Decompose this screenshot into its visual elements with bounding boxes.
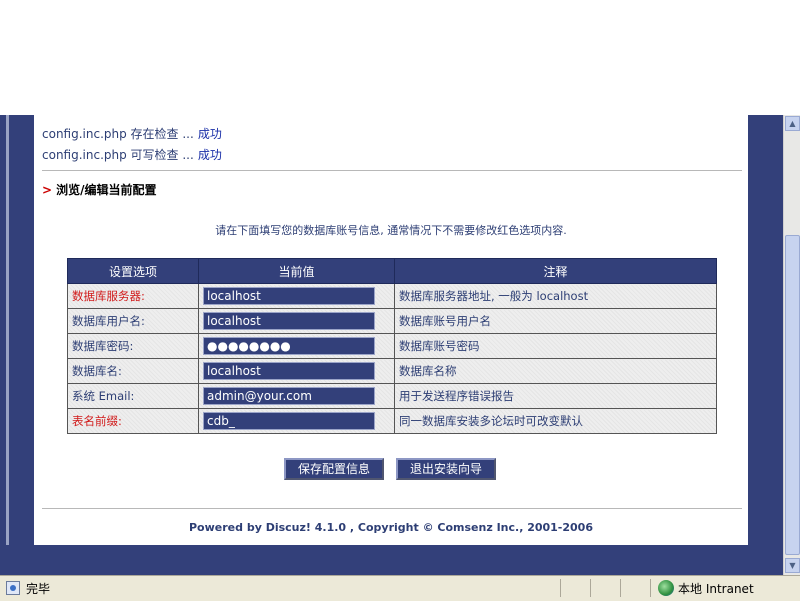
check-line-writable: config.inc.php 可写检查 ... 成功 xyxy=(42,146,222,163)
page-content: config.inc.php 存在检查 ... 成功 config.inc.php… xyxy=(34,115,748,545)
browser-viewport: config.inc.php 存在检查 ... 成功 config.inc.php… xyxy=(0,115,800,575)
db-username-input[interactable] xyxy=(203,312,375,330)
row-note: 用于发送程序错误报告 xyxy=(394,383,717,409)
row-label: 数据库密码: xyxy=(67,333,199,359)
scroll-thumb[interactable] xyxy=(785,235,800,555)
status-text: 完毕 xyxy=(26,582,51,596)
row-value-cell xyxy=(198,333,395,359)
db-name-input[interactable] xyxy=(203,362,375,380)
check-result: 成功 xyxy=(197,127,222,141)
row-note: 数据库账号用户名 xyxy=(394,308,717,334)
status-divider xyxy=(650,579,651,597)
zone-text: 本地 Intranet xyxy=(678,582,754,596)
status-divider xyxy=(620,579,621,597)
header-option: 设置选项 xyxy=(67,258,199,284)
row-value-cell xyxy=(198,283,395,309)
check-line-exists: config.inc.php 存在检查 ... 成功 xyxy=(42,125,222,142)
table-row: 系统 Email: 用于发送程序错误报告 xyxy=(67,383,717,409)
section-title-edit-config: > 浏览/编辑当前配置 xyxy=(42,183,157,197)
table-header-row: 设置选项 当前值 注释 xyxy=(67,258,717,284)
scroll-up-arrow-icon[interactable]: ▲ xyxy=(785,116,800,131)
row-note: 数据库服务器地址, 一般为 localhost xyxy=(394,283,717,309)
row-value-cell xyxy=(198,383,395,409)
left-frame xyxy=(0,115,34,545)
config-table: 设置选项 当前值 注释 数据库服务器: 数据库服务器地址, 一般为 localh… xyxy=(67,258,717,434)
row-note: 数据库账号密码 xyxy=(394,333,717,359)
table-row: 数据库服务器: 数据库服务器地址, 一般为 localhost xyxy=(67,283,717,309)
check-text: config.inc.php 存在检查 ... xyxy=(42,127,194,141)
table-row: 数据库密码: 数据库账号密码 xyxy=(67,333,717,359)
save-config-button[interactable]: 保存配置信息 xyxy=(284,458,385,480)
divider xyxy=(42,170,742,171)
status-divider xyxy=(560,579,561,597)
scroll-down-arrow-icon[interactable]: ▼ xyxy=(785,558,800,573)
row-value-cell xyxy=(198,308,395,334)
intro-text: 请在下面填写您的数据库账号信息, 通常情况下不需要修改红色选项内容. xyxy=(215,224,567,237)
db-server-input[interactable] xyxy=(203,287,375,305)
row-label: 数据库服务器: xyxy=(67,283,199,309)
right-frame xyxy=(748,115,783,545)
row-label: 表名前缀: xyxy=(67,408,199,434)
db-password-input[interactable] xyxy=(203,337,375,355)
row-label: 系统 Email: xyxy=(67,383,199,409)
row-note: 数据库名称 xyxy=(394,358,717,384)
status-divider xyxy=(590,579,591,597)
header-value: 当前值 xyxy=(198,258,395,284)
browser-blank-area xyxy=(0,0,800,115)
bottom-frame xyxy=(0,545,783,575)
check-result: 成功 xyxy=(197,148,222,162)
check-text: config.inc.php 可写检查 ... xyxy=(42,148,194,162)
table-prefix-input[interactable] xyxy=(203,412,375,430)
footer-copyright: Powered by Discuz! 4.1.0 , Copyright © C… xyxy=(189,521,593,534)
status-bar: 完毕 本地 Intranet xyxy=(0,575,800,601)
admin-email-input[interactable] xyxy=(203,387,375,405)
intranet-zone-icon xyxy=(658,580,674,596)
row-note: 同一数据库安装多论坛时可改变默认 xyxy=(394,408,717,434)
row-value-cell xyxy=(198,358,395,384)
arrow-icon: > xyxy=(42,183,53,197)
header-note: 注释 xyxy=(394,258,717,284)
table-row: 表名前缀: 同一数据库安装多论坛时可改变默认 xyxy=(67,408,717,434)
divider xyxy=(42,508,742,509)
row-label: 数据库用户名: xyxy=(67,308,199,334)
page-done-icon xyxy=(6,581,20,595)
row-value-cell xyxy=(198,408,395,434)
vertical-scrollbar[interactable]: ▲ ▼ xyxy=(783,115,800,575)
table-row: 数据库用户名: 数据库账号用户名 xyxy=(67,308,717,334)
table-row: 数据库名: 数据库名称 xyxy=(67,358,717,384)
row-label: 数据库名: xyxy=(67,358,199,384)
exit-wizard-button[interactable]: 退出安装向导 xyxy=(396,458,497,480)
